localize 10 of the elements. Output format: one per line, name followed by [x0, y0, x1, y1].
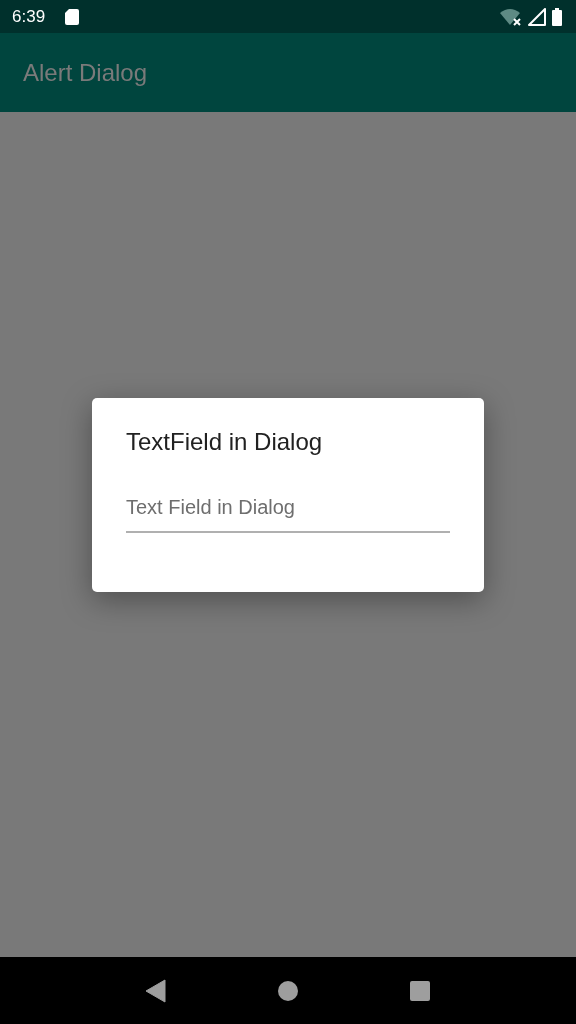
back-icon[interactable] [145, 978, 167, 1003]
dialog-title: TextField in Dialog [126, 428, 324, 456]
wifi-off-icon [500, 7, 522, 26]
recents-icon[interactable] [409, 979, 431, 1002]
clock-time: 6:39 [12, 6, 46, 27]
app-title: Alert Dialog [23, 58, 148, 87]
signal-icon [528, 7, 546, 26]
home-icon[interactable] [277, 979, 299, 1002]
battery-icon [552, 7, 562, 26]
sd-card-icon [65, 8, 80, 25]
